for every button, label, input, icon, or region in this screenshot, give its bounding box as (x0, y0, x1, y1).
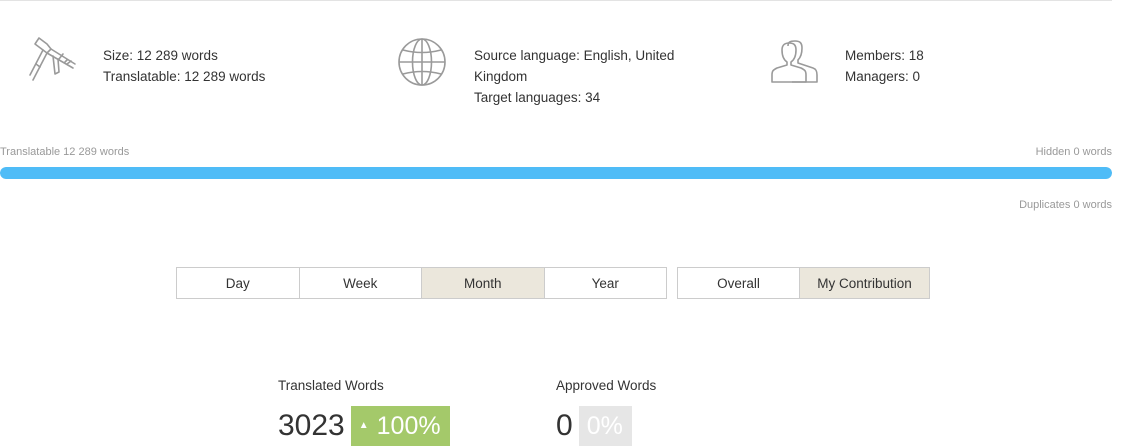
scope-my-contribution-button[interactable]: My Contribution (800, 268, 929, 298)
caliper-icon (27, 34, 77, 86)
approved-words-metric: 0 0% (556, 406, 632, 446)
progress-translatable-label: Translatable 12 289 words (0, 146, 130, 158)
progress-bar (0, 167, 1112, 179)
translated-words-label: Translated Words (278, 378, 384, 393)
translated-words-badge: ▲ 100% (350, 406, 450, 446)
members-text: Members: 18 Managers: 0 (845, 34, 924, 87)
size-translatable: Translatable: 12 289 words (103, 69, 266, 84)
scope-selector: Overall My Contribution (677, 267, 930, 299)
size-text: Size: 12 289 words Translatable: 12 289 … (103, 34, 265, 87)
source-language: Source language: English, United Kingdom (474, 48, 675, 84)
members-stat: Members: 18 Managers: 0 (769, 34, 924, 87)
languages-stat: Source language: English, United Kingdom… (398, 34, 689, 108)
size-stat: Size: 12 289 words Translatable: 12 289 … (27, 34, 265, 87)
top-divider (0, 0, 1112, 1)
translated-words-percent: 100% (376, 412, 441, 440)
period-week-button[interactable]: Week (299, 268, 422, 298)
period-month-button[interactable]: Month (422, 268, 545, 298)
progress-duplicates-label: Duplicates 0 words (1019, 199, 1112, 211)
members-count: Members: 18 (845, 48, 924, 63)
approved-words-value: 0 (556, 409, 573, 442)
translated-words-metric: 3023 ▲ 100% (278, 406, 450, 446)
scope-overall-button[interactable]: Overall (678, 268, 801, 298)
users-icon (769, 34, 819, 86)
approved-words-label: Approved Words (556, 378, 657, 393)
progress-hidden-label: Hidden 0 words (1035, 146, 1112, 158)
size-total: Size: 12 289 words (103, 48, 218, 63)
managers-count: Managers: 0 (845, 69, 921, 84)
period-year-button[interactable]: Year (544, 268, 666, 298)
period-day-button[interactable]: Day (177, 268, 300, 298)
globe-icon (398, 34, 448, 86)
progress-fill (0, 167, 1112, 179)
approved-words-badge: 0% (578, 406, 632, 446)
translated-words-value: 3023 (278, 409, 345, 442)
approved-words-percent: 0% (586, 412, 623, 440)
arrow-up-icon: ▲ (358, 420, 369, 431)
target-languages: Target languages: 34 (474, 90, 601, 105)
period-selector: Day Week Month Year (176, 267, 667, 299)
languages-text: Source language: English, United Kingdom… (474, 34, 689, 108)
